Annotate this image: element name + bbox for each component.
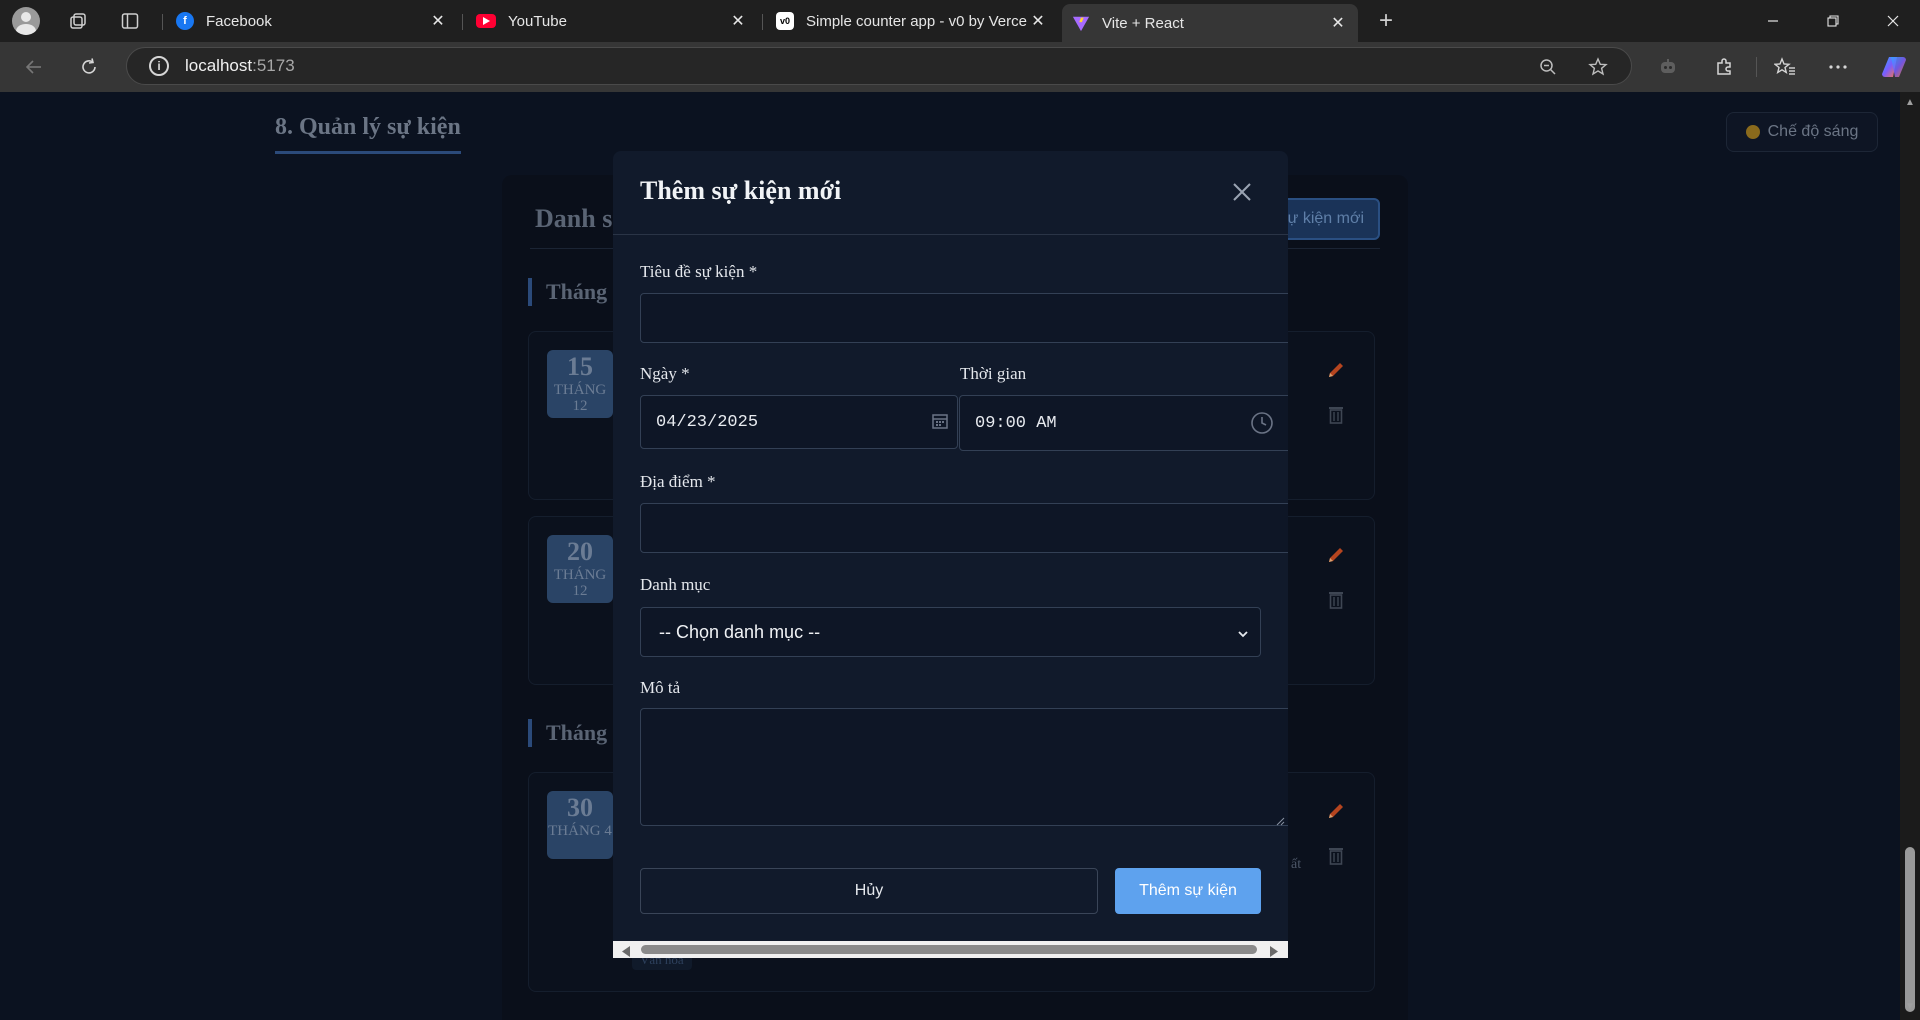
tab-label: Facebook bbox=[206, 12, 272, 30]
time-label: Thời gian bbox=[960, 364, 1027, 383]
date-input[interactable]: 04/23/2025 bbox=[640, 395, 958, 449]
more-icon[interactable] bbox=[1820, 51, 1856, 83]
chevron-down-icon bbox=[1236, 625, 1250, 639]
back-icon[interactable] bbox=[16, 51, 52, 83]
info-icon[interactable]: i bbox=[149, 56, 169, 76]
pencil-icon[interactable] bbox=[1326, 801, 1346, 821]
trash-icon[interactable] bbox=[1327, 845, 1345, 865]
tab-actions-icon[interactable] bbox=[110, 6, 150, 36]
scrollbar-thumb[interactable] bbox=[641, 945, 1257, 954]
event-title-label: Tiêu đề sự kiện * bbox=[640, 262, 758, 281]
browser-tab-bar: f Facebook ✕ YouTube ✕ v0 Simple counter… bbox=[0, 0, 1920, 42]
event-title-input[interactable] bbox=[640, 293, 1288, 343]
category-select[interactable]: -- Chọn danh mục -- bbox=[640, 607, 1261, 657]
favorites-icon[interactable] bbox=[1767, 51, 1803, 83]
modal-header: Thêm sự kiện mới bbox=[613, 151, 1288, 235]
date-label: Ngày * bbox=[640, 364, 690, 383]
event-month-num: 12 bbox=[572, 398, 588, 414]
tab-vercel[interactable]: v0 Simple counter app - v0 by Vercel ✕ bbox=[766, 4, 1058, 38]
category-label: Danh mục bbox=[640, 575, 711, 594]
time-input[interactable]: 09:00 AM bbox=[959, 395, 1288, 451]
profile-icon[interactable] bbox=[6, 6, 46, 36]
tab-label: Vite + React bbox=[1102, 14, 1184, 32]
url-port: :5173 bbox=[252, 56, 295, 75]
star-icon[interactable] bbox=[1583, 57, 1613, 77]
event-day: 30 bbox=[567, 793, 593, 822]
tab-label: YouTube bbox=[508, 12, 567, 30]
event-partial-text: ất bbox=[1291, 857, 1302, 872]
copilot-sidebar-icon[interactable] bbox=[1650, 51, 1686, 83]
close-tab-icon[interactable]: ✕ bbox=[728, 11, 748, 31]
clock-icon[interactable] bbox=[1250, 411, 1274, 441]
workspaces-icon[interactable] bbox=[58, 6, 98, 36]
event-day: 20 bbox=[567, 537, 593, 566]
vite-icon bbox=[1072, 14, 1090, 32]
date-badge: 15 THÁNG 12 bbox=[547, 350, 613, 418]
modal-title: Thêm sự kiện mới bbox=[640, 176, 842, 205]
scroll-left-icon[interactable] bbox=[621, 944, 631, 957]
page-title: 8. Quản lý sự kiện bbox=[275, 114, 461, 154]
date-value: 04/23/2025 bbox=[656, 412, 759, 432]
add-event-label: ự kiện mới bbox=[1287, 210, 1364, 227]
date-badge: 30 THÁNG 4 bbox=[547, 791, 613, 859]
resize-handle-icon[interactable] bbox=[1275, 813, 1285, 826]
trash-icon[interactable] bbox=[1327, 404, 1345, 424]
close-window-button[interactable] bbox=[1866, 0, 1920, 42]
cancel-button[interactable]: Hủy bbox=[640, 868, 1098, 914]
url-host: localhost bbox=[185, 56, 253, 75]
pencil-icon[interactable] bbox=[1326, 545, 1346, 565]
sun-icon bbox=[1745, 125, 1760, 139]
url-text[interactable]: localhost:5173 bbox=[185, 56, 295, 76]
tab-vite-react[interactable]: Vite + React ✕ bbox=[1062, 4, 1358, 42]
theme-toggle-label: Chế độ sáng bbox=[1767, 123, 1859, 140]
minimize-button[interactable] bbox=[1746, 0, 1800, 42]
copilot-icon[interactable] bbox=[1876, 51, 1912, 83]
youtube-icon bbox=[476, 14, 496, 28]
calendar-icon[interactable] bbox=[931, 412, 949, 436]
event-month-label: THÁNG bbox=[553, 567, 607, 583]
month-heading: Tháng bbox=[528, 719, 607, 747]
event-day: 15 bbox=[567, 352, 593, 381]
event-month-label: THÁNG bbox=[553, 382, 607, 398]
modal-horizontal-scrollbar[interactable] bbox=[613, 941, 1288, 958]
vercel-icon: v0 bbox=[776, 12, 794, 30]
event-month-num: 12 bbox=[572, 583, 588, 599]
submit-event-button[interactable]: Thêm sự kiện bbox=[1115, 868, 1261, 914]
close-tab-icon[interactable]: ✕ bbox=[428, 11, 448, 31]
page-scrollbar[interactable]: ▲ ▼ bbox=[1900, 92, 1920, 1020]
date-badge: 20 THÁNG 12 bbox=[547, 535, 613, 603]
pencil-icon[interactable] bbox=[1326, 360, 1346, 380]
add-event-modal: Thêm sự kiện mới Tiêu đề sự kiện * Ngày … bbox=[613, 151, 1288, 958]
month-heading: Tháng bbox=[528, 278, 607, 306]
location-input[interactable] bbox=[640, 503, 1288, 553]
address-bar[interactable]: i localhost:5173 bbox=[126, 47, 1632, 85]
refresh-icon[interactable] bbox=[71, 51, 107, 83]
theme-toggle-button[interactable]: Chế độ sáng bbox=[1726, 112, 1878, 152]
trash-icon[interactable] bbox=[1327, 589, 1345, 609]
tab-label: Simple counter app - v0 by Vercel bbox=[806, 12, 1028, 30]
event-month-label: THÁNG 4 bbox=[548, 823, 612, 839]
browser-toolbar: i localhost:5173 bbox=[0, 42, 1920, 92]
close-tab-icon[interactable]: ✕ bbox=[1028, 11, 1048, 31]
category-selected-value: -- Chọn danh mục -- bbox=[659, 621, 821, 642]
scrollbar-thumb[interactable] bbox=[1905, 847, 1915, 1012]
description-textarea[interactable] bbox=[640, 708, 1288, 826]
tab-facebook[interactable]: f Facebook ✕ bbox=[166, 4, 458, 38]
location-label: Địa điểm * bbox=[640, 472, 716, 491]
restore-button[interactable] bbox=[1806, 0, 1860, 42]
scroll-right-icon[interactable] bbox=[1269, 944, 1279, 957]
close-icon[interactable] bbox=[1227, 177, 1257, 207]
description-label: Mô tả bbox=[640, 678, 681, 697]
time-value: 09:00 AM bbox=[975, 413, 1057, 433]
close-tab-icon[interactable]: ✕ bbox=[1328, 13, 1348, 33]
facebook-icon: f bbox=[176, 12, 194, 30]
new-tab-button[interactable]: + bbox=[1366, 6, 1406, 36]
zoom-icon[interactable] bbox=[1533, 57, 1563, 77]
tab-youtube[interactable]: YouTube ✕ bbox=[466, 4, 758, 38]
extensions-icon[interactable] bbox=[1706, 51, 1742, 83]
panel-title: Danh sa bbox=[535, 204, 626, 233]
